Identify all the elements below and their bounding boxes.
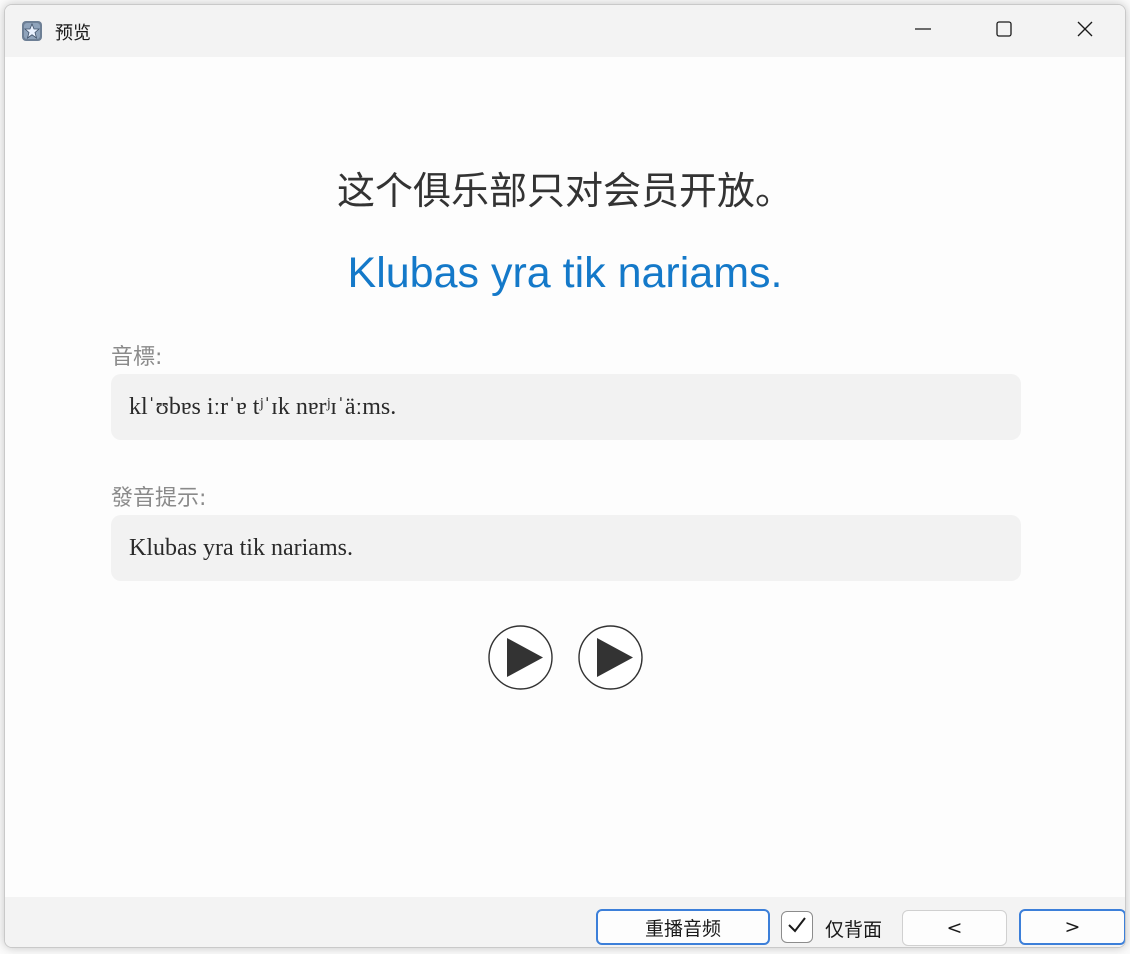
card-front-text: 这个俱乐部只对会员开放。	[336, 169, 793, 213]
ipa-value: klˈʊbɐs iːrˈɐ tʲˈɪk nɐrʲɪˈäːms.	[129, 393, 397, 420]
next-card-button[interactable]: >	[1019, 909, 1125, 945]
replay-audio-button[interactable]: 重播音频	[596, 909, 770, 945]
preview-toolbar: 重播音频 仅背面 < >	[5, 897, 1125, 947]
minimize-button[interactable]	[883, 5, 963, 57]
card-back-text: Klubas yra tik nariams.	[347, 249, 783, 297]
play-audio-button[interactable]	[578, 625, 643, 690]
previous-card-button[interactable]: <	[902, 910, 1007, 946]
back-only-label[interactable]: 仅背面	[825, 915, 882, 942]
play-audio-button[interactable]	[488, 625, 553, 690]
close-button[interactable]	[1045, 5, 1125, 57]
pronunciation-hint-field: Klubas yra tik nariams.	[111, 515, 1021, 581]
play-icon	[578, 625, 643, 694]
close-icon	[1076, 20, 1094, 42]
back-only-checkbox[interactable]	[781, 911, 813, 943]
title-bar[interactable]: 预览	[5, 5, 1125, 57]
pronunciation-hint-value: Klubas yra tik nariams.	[129, 534, 353, 561]
card-preview: 这个俱乐部只对会员开放。 Klubas yra tik nariams. 音標:…	[5, 57, 1125, 897]
minimize-icon	[914, 20, 932, 42]
ipa-label: 音標:	[111, 345, 163, 370]
maximize-button[interactable]	[964, 5, 1044, 57]
checkmark-icon	[786, 914, 808, 940]
window-title: 预览	[55, 23, 91, 44]
ipa-field: klˈʊbɐs iːrˈɐ tʲˈɪk nɐrʲɪˈäːms.	[111, 374, 1021, 440]
anki-star-icon	[21, 20, 43, 42]
play-icon	[488, 625, 553, 694]
preview-window: 预览 这个俱乐部只对会员开放。 Klubas yra tik nariams. …	[4, 4, 1126, 948]
maximize-icon	[995, 20, 1013, 42]
pronunciation-hint-label: 發音提示:	[111, 486, 207, 511]
